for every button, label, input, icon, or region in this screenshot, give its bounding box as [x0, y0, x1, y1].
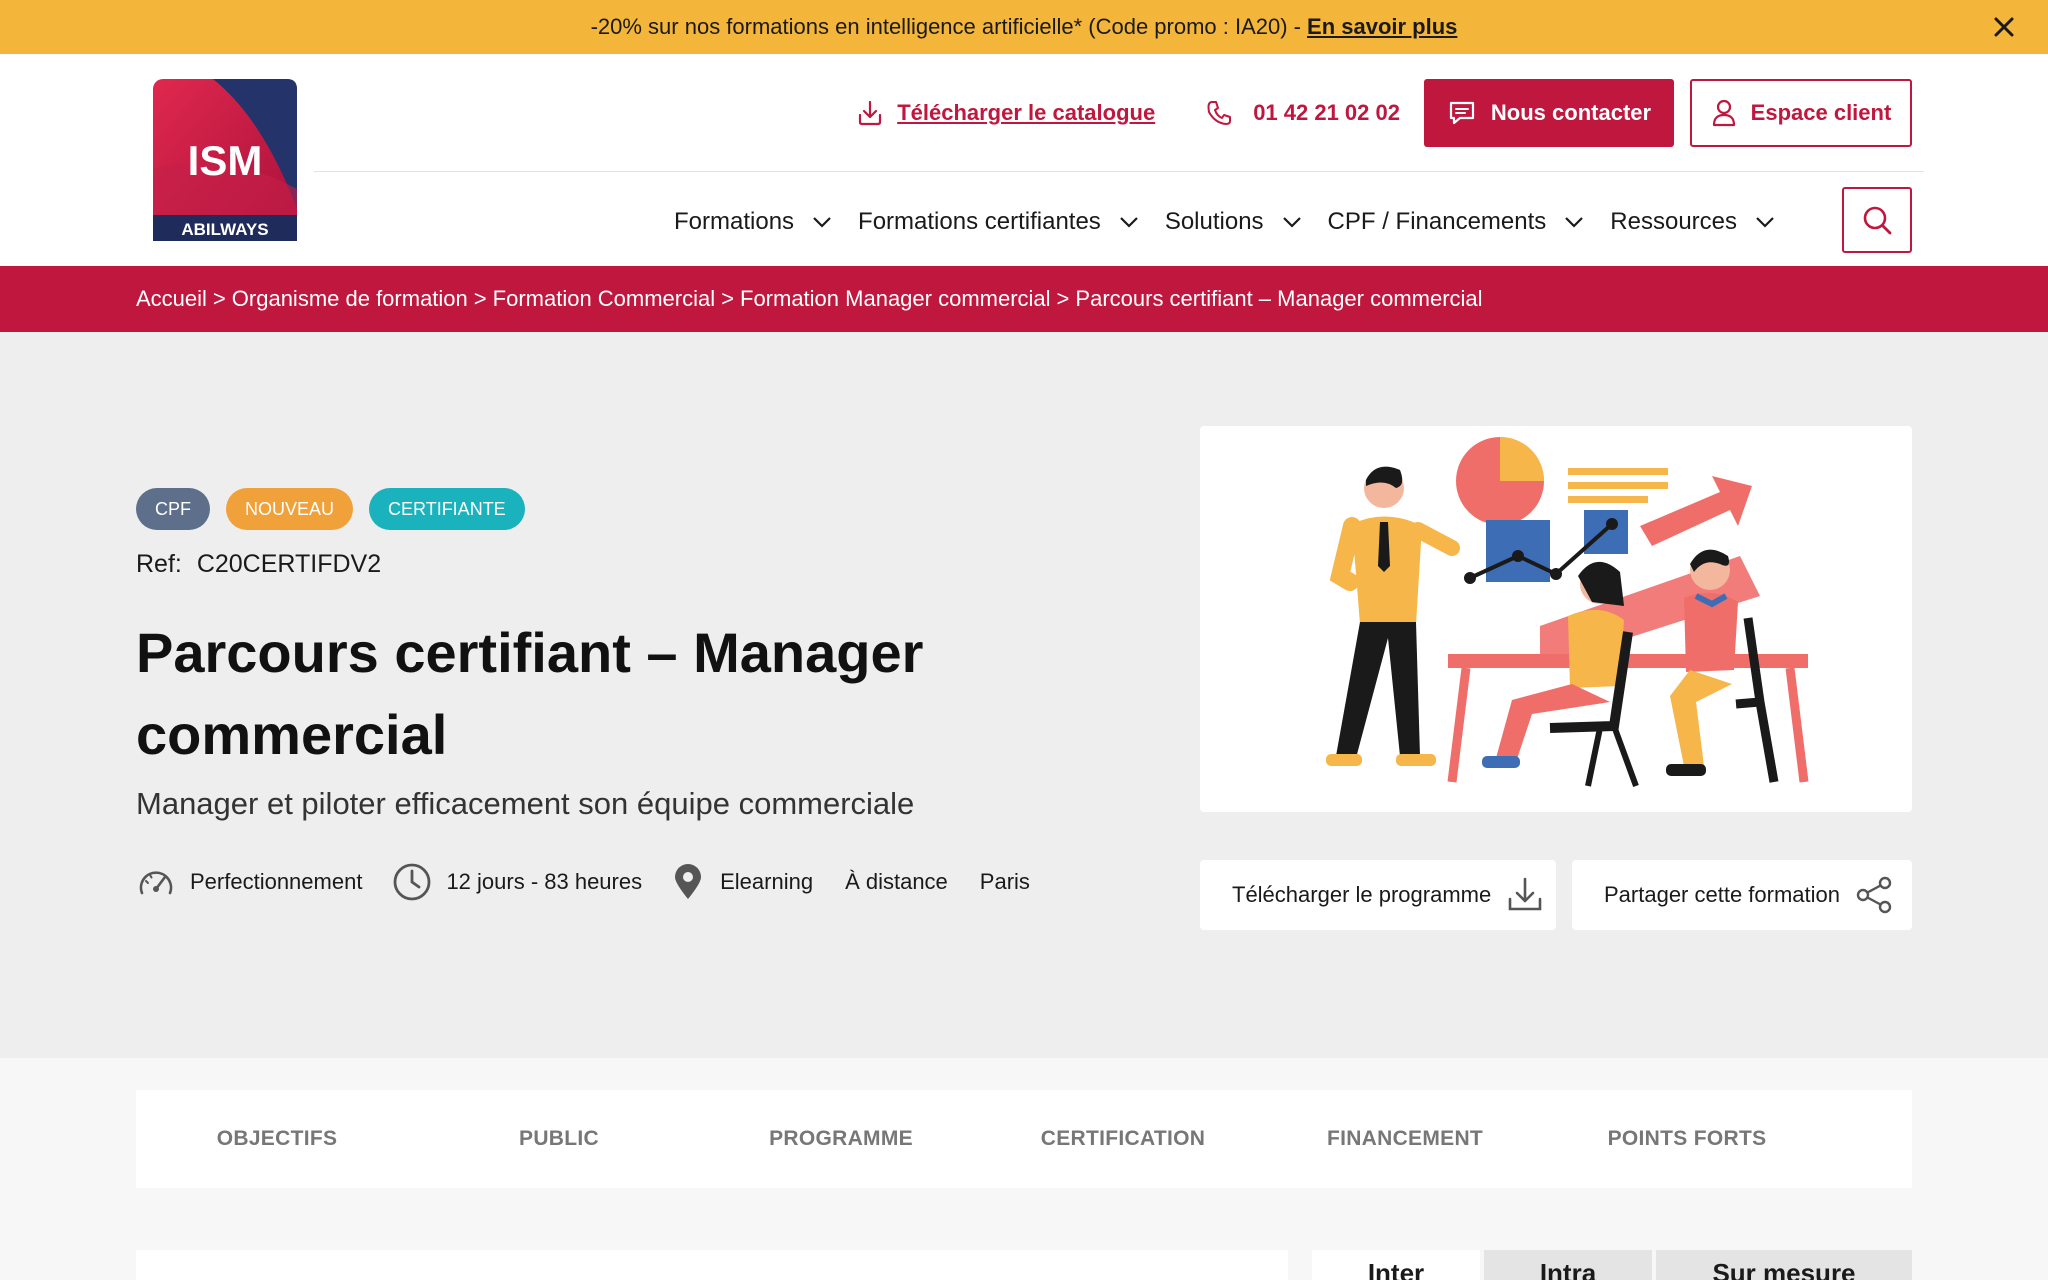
chevron-down-icon — [1756, 217, 1774, 228]
tab-inter[interactable]: Inter — [1312, 1250, 1480, 1280]
nav-cpf-financements[interactable]: CPF / Financements — [1328, 208, 1585, 236]
tab-public[interactable]: PUBLIC — [418, 1127, 700, 1151]
contact-label: Nous contacter — [1490, 100, 1652, 125]
clock-icon — [394, 863, 431, 901]
chevron-down-icon — [813, 217, 831, 228]
course-hero: CPF NOUVEAU CERTIFIANTE Ref: C20CERTIFDV… — [0, 332, 2048, 1058]
location-distance: À distance — [845, 869, 948, 894]
nav-label: Formations certifiantes — [858, 208, 1101, 235]
download-icon — [859, 100, 882, 126]
chevron-down-icon — [1120, 217, 1138, 228]
location-info: Elearning À distance Paris — [672, 863, 1046, 901]
badge-list: CPF NOUVEAU CERTIFIANTE — [136, 488, 525, 530]
site-header: ISM ABILWAYS Télécharger le catalogue 01… — [0, 54, 2048, 266]
download-catalog-label: Télécharger le catalogue — [897, 100, 1156, 125]
user-icon — [1712, 99, 1735, 127]
tab-programme[interactable]: PROGRAMME — [700, 1127, 982, 1151]
location-paris: Paris — [979, 869, 1030, 894]
nav-label: CPF / Financements — [1327, 208, 1547, 235]
nav-formations-certifiantes[interactable]: Formations certifiantes — [858, 208, 1139, 236]
promo-link[interactable]: En savoir plus — [1307, 14, 1457, 40]
chevron-down-icon — [1282, 217, 1301, 228]
header-divider — [314, 171, 1924, 172]
badge-cpf: CPF — [136, 488, 210, 530]
badge-nouveau: NOUVEAU — [226, 488, 354, 530]
breadcrumb-manager-commercial[interactable]: Formation Manager commercial — [740, 286, 1051, 312]
tab-points-forts[interactable]: POINTS FORTS — [1546, 1127, 1828, 1151]
nav-formations[interactable]: Formations — [674, 208, 832, 236]
page-title: Parcours certifiant – Manager commercial — [136, 621, 924, 766]
course-details: OBJECTIFS PUBLIC PROGRAMME CERTIFICATION… — [0, 1058, 2048, 1280]
nav-solutions[interactable]: Solutions — [1165, 208, 1302, 236]
course-illustration — [1200, 426, 1912, 812]
promo-banner: -20% sur nos formations en intelligence … — [0, 0, 2048, 54]
close-icon[interactable] — [1990, 13, 2018, 41]
share-icon — [1856, 876, 1892, 914]
course-ref: Ref: C20CERTIFDV2 — [136, 550, 381, 579]
breadcrumb-separator: > — [212, 286, 226, 311]
nav-label: Solutions — [1164, 208, 1264, 235]
tab-sur-mesure[interactable]: Sur mesure — [1656, 1250, 1912, 1280]
download-catalog-link[interactable]: Télécharger le catalogue — [855, 98, 1155, 128]
contact-button[interactable]: Nous contacter — [1424, 79, 1674, 147]
phone-icon — [1207, 101, 1232, 125]
header-actions: Télécharger le catalogue 01 42 21 02 02 … — [855, 78, 1912, 148]
logo-sub: ABILWAYS — [181, 220, 268, 239]
client-area-button[interactable]: Espace client — [1690, 79, 1912, 147]
logo-brand: ISM — [188, 137, 263, 184]
badge-certifiante: CERTIFIANTE — [369, 488, 525, 530]
ref-value: C20CERTIFDV2 — [196, 550, 382, 578]
nav-label: Formations — [674, 208, 795, 235]
download-icon — [1508, 877, 1542, 911]
breadcrumb-current: Parcours certifiant – Manager commercial — [1075, 286, 1483, 311]
page-subtitle: Manager et piloter efficacement son équi… — [136, 786, 915, 821]
phone-number: 01 42 21 02 02 — [1253, 100, 1400, 125]
section-tabs: OBJECTIFS PUBLIC PROGRAMME CERTIFICATION… — [136, 1090, 1912, 1188]
gauge-icon — [139, 871, 173, 895]
chat-icon — [1449, 101, 1475, 125]
phone-link[interactable]: 01 42 21 02 02 — [1205, 99, 1400, 127]
search-button[interactable] — [1842, 187, 1912, 253]
course-meta: Perfectionnement 12 jours - 83 heures El… — [136, 862, 1076, 902]
client-label: Espace client — [1750, 100, 1892, 125]
breadcrumb-organisme[interactable]: Organisme de formation — [232, 286, 468, 312]
content-card — [136, 1250, 1288, 1280]
tab-certification[interactable]: CERTIFICATION — [982, 1127, 1264, 1151]
promo-text: -20% sur nos formations en intelligence … — [590, 14, 1302, 39]
breadcrumb-separator: > — [1056, 286, 1070, 311]
share-course-button[interactable]: Partager cette formation — [1572, 860, 1912, 930]
tab-objectifs[interactable]: OBJECTIFS — [136, 1127, 418, 1151]
download-program-button[interactable]: Télécharger le programme — [1200, 860, 1556, 930]
download-program-label: Télécharger le programme — [1232, 882, 1492, 907]
main-nav: Formations Formations certifiantes Solut… — [674, 186, 1801, 258]
level-label: Perfectionnement — [190, 869, 363, 894]
nav-label: Ressources — [1610, 208, 1738, 235]
share-label: Partager cette formation — [1604, 882, 1841, 907]
map-pin-icon — [675, 864, 702, 899]
breadcrumb: Accueil > Organisme de formation > Forma… — [0, 266, 2048, 332]
tab-financement[interactable]: FINANCEMENT — [1264, 1127, 1546, 1151]
breadcrumb-separator: > — [721, 286, 734, 311]
breadcrumb-separator: > — [473, 286, 487, 311]
breadcrumb-home[interactable]: Accueil — [136, 286, 207, 312]
team-meeting-illustration — [1326, 437, 1809, 788]
duration-label: 12 jours - 83 heures — [446, 869, 643, 894]
search-icon — [1863, 206, 1892, 235]
format-tabs: Inter Intra Sur mesure — [1312, 1250, 1912, 1280]
nav-ressources[interactable]: Ressources — [1610, 208, 1775, 236]
ism-logo[interactable]: ISM ABILWAYS — [153, 79, 297, 241]
tab-intra[interactable]: Intra — [1484, 1250, 1652, 1280]
breadcrumb-commercial[interactable]: Formation Commercial — [493, 286, 716, 312]
chevron-down-icon — [1565, 217, 1584, 228]
duration-info: 12 jours - 83 heures — [392, 862, 642, 902]
location-elearning: Elearning — [720, 869, 814, 894]
ref-label: Ref: — [136, 550, 182, 578]
level-info: Perfectionnement — [136, 865, 362, 899]
